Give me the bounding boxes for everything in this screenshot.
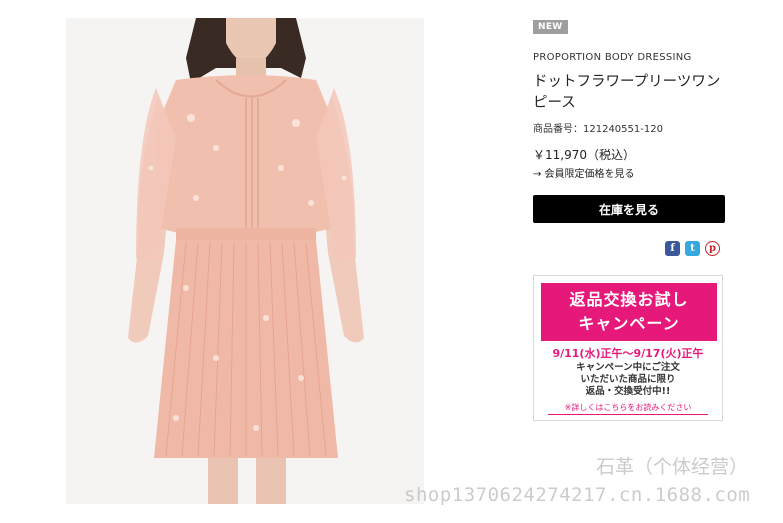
campaign-details-link[interactable]: ※詳しくはこちらをお読みください xyxy=(548,402,708,415)
campaign-text-line: キャンペーン中にご注文 xyxy=(576,362,680,373)
product-photo[interactable] xyxy=(66,18,424,504)
member-price-link[interactable]: → 会員限定価格を見る xyxy=(533,165,635,180)
product-title: ドットフラワープリーツワンピース xyxy=(533,74,721,111)
dress-model-image xyxy=(66,18,424,504)
price: ￥11,970（税込） xyxy=(533,148,635,162)
campaign-text-line: 返品・交換受付中!! xyxy=(585,386,671,397)
pinterest-icon[interactable]: p xyxy=(705,241,720,256)
campaign-banner[interactable]: 返品交換お試し キャンペーン 9/11(水)正午〜9/17(火)正午 キャンペー… xyxy=(533,275,723,421)
campaign-dates: 9/11(水)正午〜9/17(火)正午 xyxy=(552,347,704,360)
campaign-heading-line1: 返品交換お試し xyxy=(569,290,689,309)
item-number: 商品番号：121240551-120 xyxy=(533,124,663,135)
facebook-icon[interactable]: f xyxy=(665,241,680,256)
twitter-icon[interactable]: t xyxy=(685,241,700,256)
shop-name-watermark: 石革（个体经营） xyxy=(596,456,749,478)
brand-name: PROPORTION BODY DRESSING xyxy=(533,52,692,63)
campaign-text-line: いただいた商品に限り xyxy=(580,374,676,385)
shop-url-watermark: shop1370624274217.cn.1688.com xyxy=(404,484,751,506)
new-badge: NEW xyxy=(533,20,568,34)
campaign-heading-line2: キャンペーン xyxy=(578,314,680,333)
social-share: f t p xyxy=(665,241,720,256)
campaign-heading: 返品交換お試し キャンペーン xyxy=(541,283,717,341)
check-stock-button[interactable]: 在庫を見る xyxy=(533,195,725,223)
campaign-description: キャンペーン中にご注文 いただいた商品に限り 返品・交換受付中!! xyxy=(534,362,722,398)
